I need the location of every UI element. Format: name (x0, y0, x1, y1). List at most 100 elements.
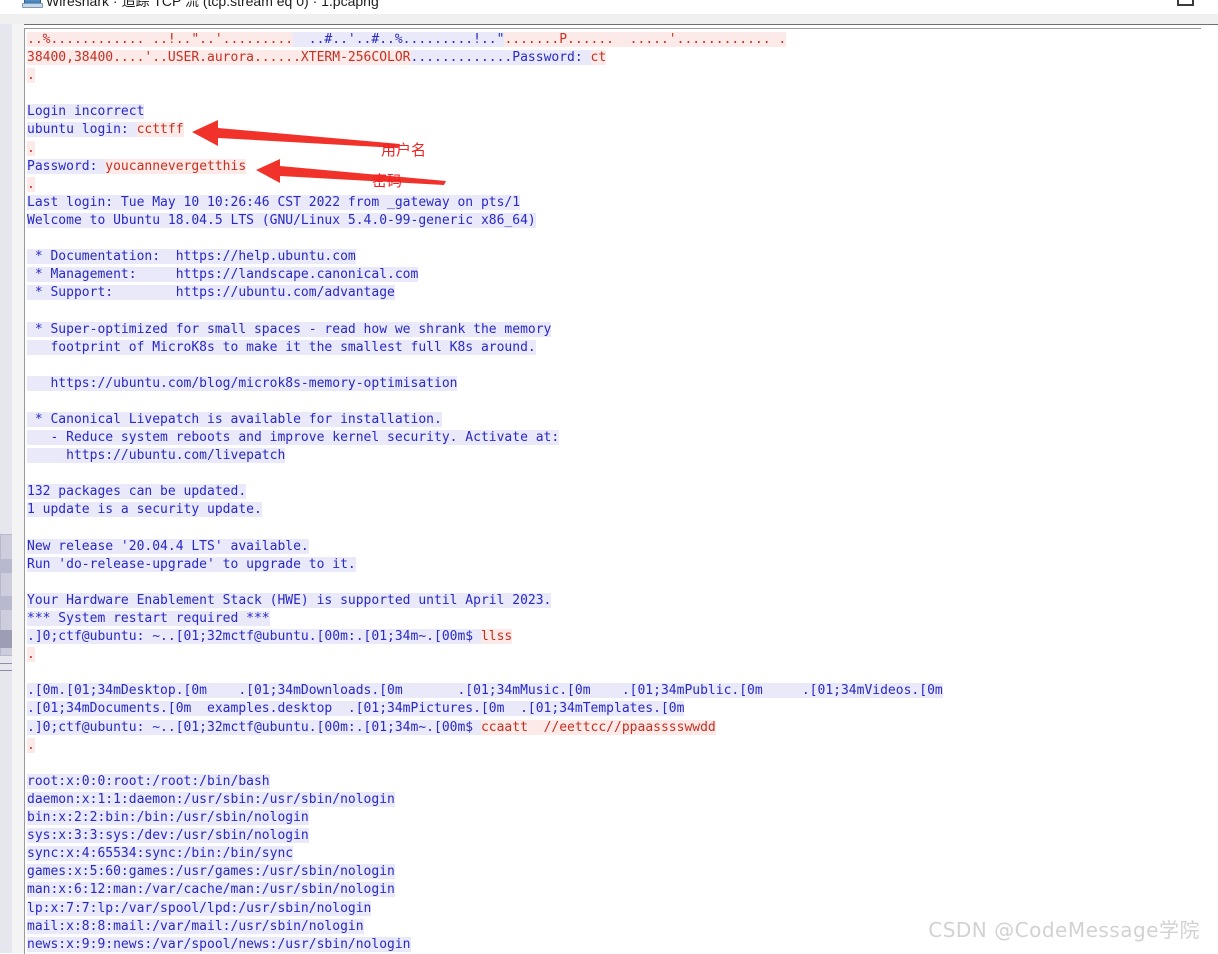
stream-line: * Documentation: https://help.ubuntu.com (27, 248, 1201, 266)
server-data-segment: Login incorrect (27, 104, 144, 119)
stream-line: games:x:5:60:games:/usr/games:/usr/sbin/… (27, 863, 1201, 881)
stream-text: ..%............ ..!.."..'......... ..#..… (27, 31, 1201, 954)
username-annotation-arrow (192, 118, 402, 150)
stream-line: New release '20.04.4 LTS' available. (27, 538, 1201, 556)
stream-line: .]0;ctf@ubuntu: ~..[01;32mctf@ubuntu.[00… (27, 719, 1201, 737)
server-data-segment: Last login: Tue May 10 10:26:46 CST 2022… (27, 195, 520, 210)
username-value: ccttff (137, 122, 184, 137)
stream-line: sys:x:3:3:sys:/dev:/usr/sbin/nologin (27, 827, 1201, 845)
scrollbar-divider (0, 663, 12, 664)
server-data-segment: https://ubuntu.com/livepatch (27, 448, 285, 463)
stream-line: Run 'do-release-upgrade' to upgrade to i… (27, 556, 1201, 574)
stream-line: * Management: https://landscape.canonica… (27, 266, 1201, 284)
stream-line: . (27, 176, 1201, 194)
server-data-segment: *** System restart required *** (27, 611, 270, 626)
server-data-segment: https://ubuntu.com/blog/microk8s-memory-… (27, 376, 457, 391)
pane-gutter (12, 24, 24, 953)
stream-line: 132 packages can be updated. (27, 483, 1201, 501)
stream-line: . (27, 646, 1201, 664)
client-data-segment: ct (591, 50, 607, 65)
client-data-segment: . (27, 738, 35, 753)
scrollbar-divider (0, 670, 12, 671)
client-data-segment: . (27, 68, 35, 83)
client-data-segment: . (27, 177, 35, 192)
stream-line: * Super-optimized for small spaces - rea… (27, 321, 1201, 339)
server-data-segment: * Documentation: https://help.ubuntu.com (27, 249, 356, 264)
server-data-segment: mail:x:8:8:mail:/var/mail:/usr/sbin/nolo… (27, 919, 364, 934)
client-data-segment: llss (481, 629, 512, 644)
client-data-segment: .......P...... .....'............ . (504, 32, 786, 47)
server-data-segment: root:x:0:0:root:/root:/bin/bash (27, 774, 270, 789)
stream-line: - Reduce system reboots and improve kern… (27, 429, 1201, 447)
window-titlebar: Wireshark · 追踪 TCP 流 (tcp.stream eq 0) ·… (0, 0, 1218, 14)
server-data-segment: Password: (27, 159, 105, 174)
stream-line: Welcome to Ubuntu 18.04.5 LTS (GNU/Linux… (27, 212, 1201, 230)
password-annotation-label: 密码 (372, 170, 402, 191)
stream-blank-line (27, 465, 1201, 483)
server-data-segment: news:x:9:9:news:/var/spool/news:/usr/sbi… (27, 937, 411, 952)
client-data-segment: . (27, 141, 35, 156)
vertical-scrollbar[interactable] (0, 24, 12, 953)
server-data-segment: * Super-optimized for small spaces - rea… (27, 322, 551, 337)
client-data-segment: ccaatt //eettcc//ppaasssswwdd (481, 720, 716, 735)
window-chrome-strip (0, 14, 1218, 25)
stream-line: .]0;ctf@ubuntu: ~..[01;32mctf@ubuntu.[00… (27, 628, 1201, 646)
stream-line: bin:x:2:2:bin:/bin:/usr/sbin/nologin (27, 809, 1201, 827)
csdn-watermark: CSDN @CodeMessage学院 (928, 914, 1200, 943)
server-data-segment: .[01;34mDocuments.[0m examples.desktop .… (27, 701, 684, 716)
stream-content-pane[interactable]: ..%............ ..!.."..'......... ..#..… (24, 28, 1201, 954)
server-data-segment: .............Password: (411, 50, 591, 65)
stream-blank-line (27, 755, 1201, 773)
server-data-segment: 132 packages can be updated. (27, 484, 246, 499)
window-title: Wireshark · 追踪 TCP 流 (tcp.stream eq 0) ·… (46, 0, 379, 11)
stream-blank-line (27, 357, 1201, 375)
follow-tcp-stream-window: Wireshark · 追踪 TCP 流 (tcp.stream eq 0) ·… (0, 0, 1218, 953)
server-data-segment: * Support: https://ubuntu.com/advantage (27, 285, 395, 300)
stream-blank-line (27, 230, 1201, 248)
stream-line: . (27, 67, 1201, 85)
server-data-segment: bin:x:2:2:bin:/bin:/usr/sbin/nologin (27, 810, 309, 825)
stream-line: https://ubuntu.com/blog/microk8s-memory-… (27, 375, 1201, 393)
server-data-segment: lp:x:7:7:lp:/var/spool/lpd:/usr/sbin/nol… (27, 901, 371, 916)
username-annotation-label: 用户名 (381, 139, 426, 160)
server-data-segment: daemon:x:1:1:daemon:/usr/sbin:/usr/sbin/… (27, 792, 395, 807)
server-data-segment: man:x:6:12:man:/var/cache/man:/usr/sbin/… (27, 882, 395, 897)
stream-line: 38400,38400....'..USER.aurora......XTERM… (27, 49, 1201, 67)
stream-line: . (27, 737, 1201, 755)
stream-blank-line (27, 85, 1201, 103)
server-data-segment: * Canonical Livepatch is available for i… (27, 412, 442, 427)
stream-blank-line (27, 520, 1201, 538)
server-data-segment: sync:x:4:65534:sync:/bin:/bin/sync (27, 846, 293, 861)
server-data-segment: New release '20.04.4 LTS' available. (27, 539, 309, 554)
restore-window-button[interactable] (1177, 0, 1194, 6)
stream-blank-line (27, 574, 1201, 592)
stream-line: * Canonical Livepatch is available for i… (27, 411, 1201, 429)
password-annotation-arrow (256, 157, 448, 187)
scrollbar-mark (0, 596, 12, 610)
scrollbar-mark (0, 630, 12, 648)
client-data-segment: . (27, 647, 35, 662)
stream-line: root:x:0:0:root:/root:/bin/bash (27, 773, 1201, 791)
stream-line: .[0m.[01;34mDesktop.[0m .[01;34mDownload… (27, 682, 1201, 700)
stream-line: Your Hardware Enablement Stack (HWE) is … (27, 592, 1201, 610)
stream-line: sync:x:4:65534:sync:/bin:/bin/sync (27, 845, 1201, 863)
server-data-segment: Run 'do-release-upgrade' to upgrade to i… (27, 557, 356, 572)
stream-line: daemon:x:1:1:daemon:/usr/sbin:/usr/sbin/… (27, 791, 1201, 809)
stream-line: * Support: https://ubuntu.com/advantage (27, 284, 1201, 302)
server-data-segment: Your Hardware Enablement Stack (HWE) is … (27, 593, 551, 608)
server-data-segment: ..#..'..#..%.........!.." (293, 32, 504, 47)
stream-line: *** System restart required *** (27, 610, 1201, 628)
stream-line: man:x:6:12:man:/var/cache/man:/usr/sbin/… (27, 881, 1201, 899)
password-value: youcannevergetthis (105, 159, 246, 174)
stream-blank-line (27, 302, 1201, 320)
server-data-segment: .]0;ctf@ubuntu: ~..[01;32mctf@ubuntu.[00… (27, 720, 481, 735)
server-data-segment: * Management: https://landscape.canonica… (27, 267, 418, 282)
server-data-segment: .]0;ctf@ubuntu: ~..[01;32mctf@ubuntu.[00… (27, 629, 481, 644)
stream-line: Password: youcannevergetthis (27, 158, 1201, 176)
stream-line: 1 update is a security update. (27, 501, 1201, 519)
server-data-segment: - Reduce system reboots and improve kern… (27, 430, 559, 445)
server-data-segment: games:x:5:60:games:/usr/games:/usr/sbin/… (27, 864, 395, 879)
server-data-segment: sys:x:3:3:sys:/dev:/usr/sbin/nologin (27, 828, 309, 843)
stream-line: Last login: Tue May 10 10:26:46 CST 2022… (27, 194, 1201, 212)
stream-line: https://ubuntu.com/livepatch (27, 447, 1201, 465)
